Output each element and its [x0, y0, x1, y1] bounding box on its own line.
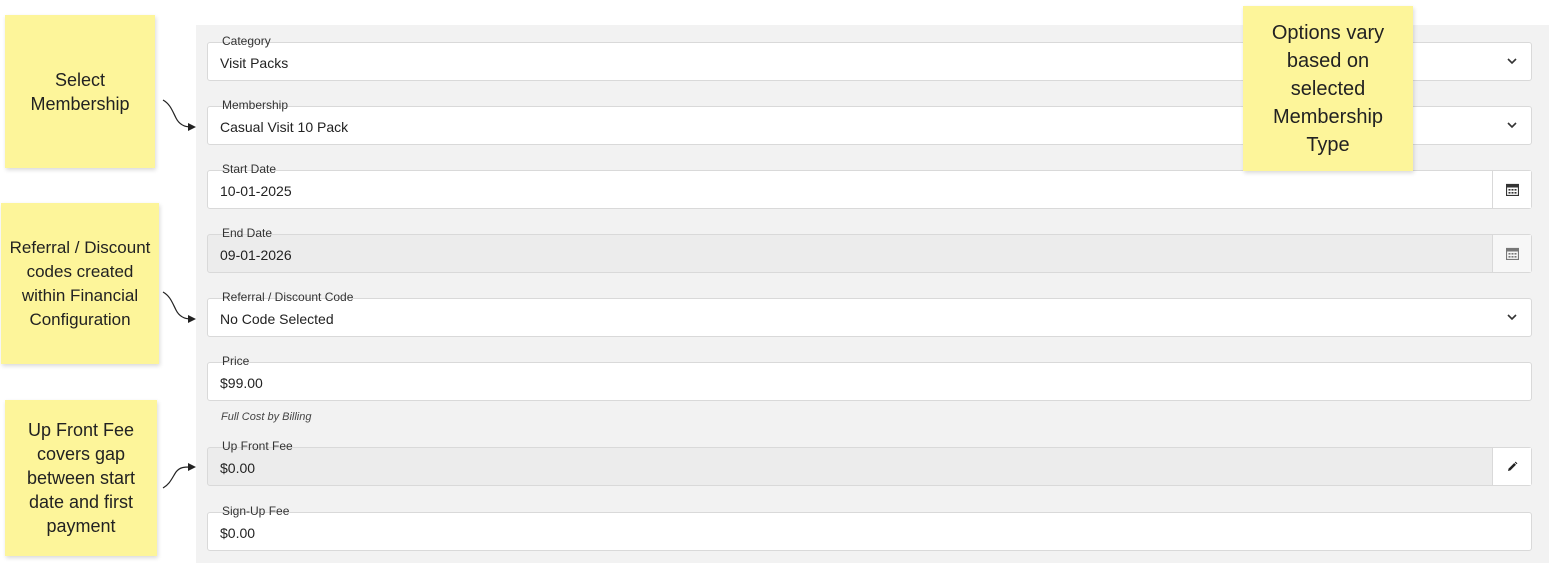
membership-value: Casual Visit 10 Pack	[220, 119, 349, 135]
chevron-down-icon[interactable]	[1506, 119, 1518, 131]
start-date-field[interactable]: Start Date 10-01-2025	[207, 162, 1532, 209]
referral-code-label: Referral / Discount Code	[218, 290, 358, 304]
membership-label: Membership	[218, 98, 293, 112]
end-date-value: 09-01-2026	[220, 247, 292, 263]
page: Category Visit Packs Membership Casual V…	[0, 0, 1549, 567]
price-label: Price	[218, 354, 254, 368]
end-date-label: End Date	[218, 226, 277, 240]
start-date-value: 10-01-2025	[220, 183, 292, 199]
price-value: $99.00	[220, 375, 263, 391]
calendar-icon	[1505, 247, 1519, 260]
sticky-note-referral-codes: Referral / Discount codes created within…	[1, 203, 159, 364]
up-front-fee-label: Up Front Fee	[218, 439, 297, 453]
up-front-fee-edit-button[interactable]	[1492, 448, 1531, 485]
sign-up-fee-field[interactable]: Sign-Up Fee $0.00	[207, 504, 1532, 551]
arrow-to-up-front-fee-icon	[162, 463, 196, 489]
start-date-label: Start Date	[218, 162, 281, 176]
up-front-fee-field: Up Front Fee $0.00	[207, 439, 1532, 486]
referral-code-select[interactable]: Referral / Discount Code No Code Selecte…	[207, 290, 1532, 337]
sign-up-fee-value: $0.00	[220, 525, 256, 541]
chevron-down-icon[interactable]	[1506, 311, 1518, 323]
category-value: Visit Packs	[220, 55, 289, 71]
sticky-note-up-front-fee: Up Front Fee covers gap between start da…	[5, 400, 157, 556]
price-helper-text: Full Cost by Billing	[221, 411, 312, 423]
arrow-to-membership-icon	[162, 99, 196, 131]
calendar-icon	[1505, 183, 1519, 196]
referral-code-value: No Code Selected	[220, 311, 334, 327]
category-label: Category	[218, 34, 275, 48]
sign-up-fee-label: Sign-Up Fee	[218, 504, 294, 518]
up-front-fee-value: $0.00	[220, 460, 256, 476]
chevron-down-icon[interactable]	[1506, 55, 1518, 67]
pencil-icon	[1508, 461, 1518, 471]
arrow-to-referral-code-icon	[162, 291, 196, 323]
sticky-note-options-vary: Options vary based on selected Membershi…	[1243, 6, 1413, 171]
price-field[interactable]: Price $99.00	[207, 354, 1532, 401]
sticky-note-select-membership: Select Membership	[5, 15, 155, 168]
start-date-calendar-button[interactable]	[1492, 171, 1531, 208]
end-date-field: End Date 09-01-2026	[207, 226, 1532, 273]
end-date-calendar-button	[1492, 235, 1531, 272]
